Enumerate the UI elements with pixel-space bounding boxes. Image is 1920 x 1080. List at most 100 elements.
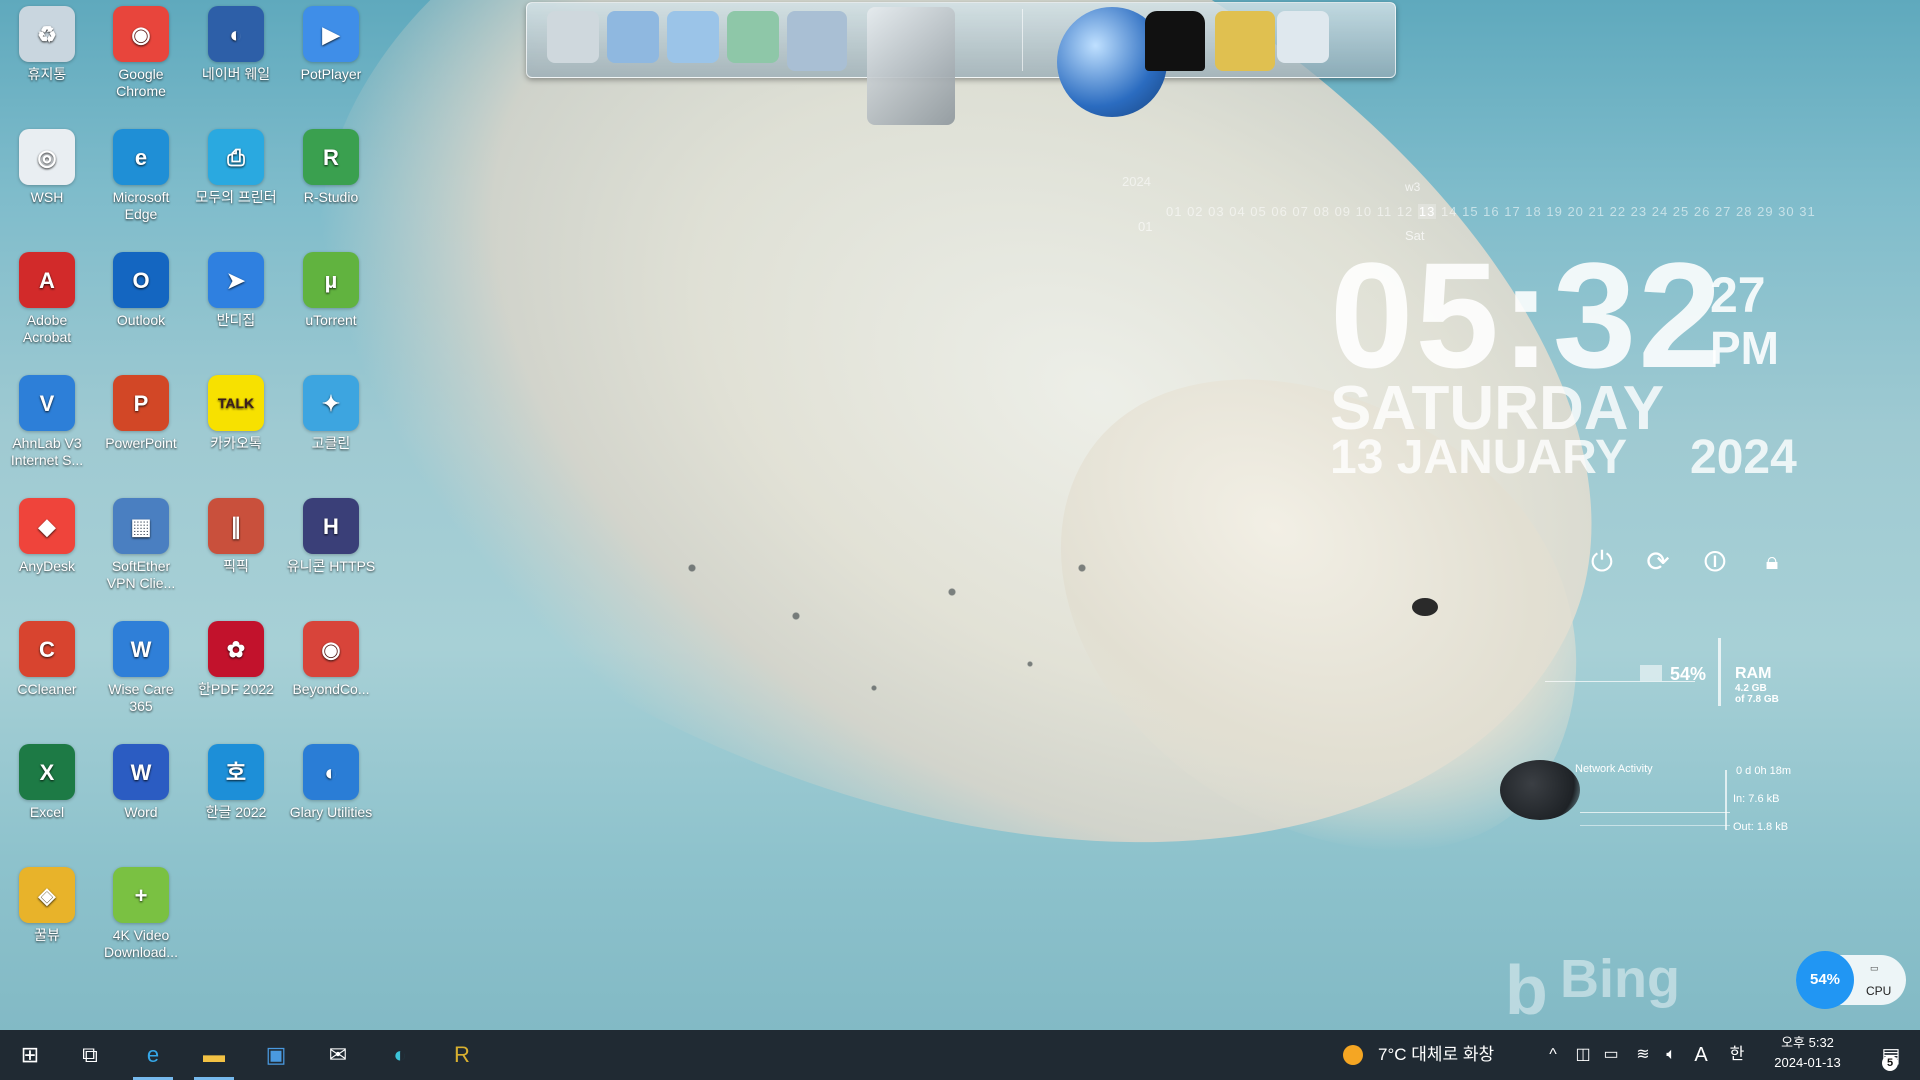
hanpdf-icon: ✿ (208, 621, 264, 677)
desktop-icon-label: WSH (30, 189, 64, 205)
taskbar-file-explorer-button[interactable]: ▬ (186, 1030, 242, 1080)
desktop-icon-beyond-compare[interactable]: ◉ BeyondCo... (286, 617, 376, 698)
whale-browser-icon: ◐ (208, 6, 264, 62)
desktop-icon-printer[interactable]: ⎙ 모두의 프린터 (191, 125, 281, 206)
speaker-icon[interactable]: 🔈︎ (1658, 1030, 1684, 1080)
dock-folder-downloads-icon[interactable] (727, 11, 779, 63)
clock-ampm: PM (1710, 322, 1779, 374)
wifi-icon[interactable]: ≋ (1630, 1030, 1656, 1080)
dock-network-globe-icon[interactable] (607, 11, 659, 63)
bing-watermark: Bing (1560, 949, 1680, 1009)
cpu-label: CPU (1866, 984, 1892, 998)
desktop-icon-softether-vpn[interactable]: ▦ SoftEther VPN Clie... (96, 494, 186, 592)
desktop-icon-wsh[interactable]: ◎ WSH (2, 125, 92, 206)
desktop-icon-hangul[interactable]: 호한글 2022 (191, 740, 281, 821)
dock-hammer-icon[interactable] (1215, 11, 1275, 71)
dock-recycle-bin-icon[interactable] (1277, 11, 1329, 63)
desktop-icon-wise-care[interactable]: W Wise Care 365 (96, 617, 186, 715)
desktop-icon-chrome[interactable]: ◉ Google Chrome (96, 2, 186, 100)
taskbar-clock[interactable]: 오후 5:32 2024-01-13 (1760, 1033, 1855, 1073)
taskbar-mail-button[interactable]: ✉ (310, 1030, 366, 1080)
dock-computer-icon[interactable] (547, 11, 599, 63)
desktop-icon-4k-video-downloader[interactable]: +4K Video Download... (96, 863, 186, 961)
desktop-icon-goclean[interactable]: ✦ 고클린 (286, 371, 376, 452)
taskbar-task-view-button[interactable]: ⧉ (62, 1030, 118, 1080)
taskbar-r-app-button[interactable]: R (434, 1030, 490, 1080)
calendar-today: 13 (1417, 204, 1437, 219)
glary-utilities-icon: ◐ (303, 744, 359, 800)
desktop-icon-glary-utilities[interactable]: ◐ Glary Utilities (286, 740, 376, 821)
desktop-icon-powerpoint[interactable]: P PowerPoint (96, 371, 186, 452)
desktop-icon-whale-browser[interactable]: ◐ 네이버 웨일 (191, 2, 281, 83)
hangul-icon: 호 (208, 744, 264, 800)
lock-icon[interactable]: 🔒︎ (1754, 544, 1790, 580)
ime-a-icon[interactable]: A (1688, 1030, 1714, 1080)
dock-tshirt-icon[interactable] (1145, 11, 1205, 71)
desktop-icon-outlook[interactable]: O Outlook (96, 248, 186, 329)
meet-now-icon[interactable]: ◫ (1570, 1030, 1596, 1080)
desktop-icon-bandizip[interactable]: ➤ 반디집 (191, 248, 281, 329)
printer-icon: ⎙ (208, 129, 264, 185)
desktop-icon-anydesk[interactable]: ◆ AnyDesk (2, 494, 92, 575)
dock-divider (1022, 9, 1023, 71)
desktop-icon-potplayer[interactable]: ▶ PotPlayer (286, 2, 376, 83)
unicorn-https-icon: H (303, 498, 359, 554)
network-graph-out (1580, 825, 1730, 826)
desktop-icon-hanpdf[interactable]: ✿ 한PDF 2022 (191, 617, 281, 698)
desktop-icon-label: Outlook (116, 312, 166, 328)
taskbar-clock-time: 오후 5:32 (1781, 1035, 1834, 1050)
taskbar-edge-button[interactable]: e (125, 1030, 181, 1080)
desktop-icon-unicorn-https[interactable]: H 유니콘 HTTPS (286, 494, 376, 575)
weather-text[interactable]: 7°C 대체로 화창 (1378, 1030, 1494, 1080)
taskbar-whale-browser-button[interactable]: ◐ (372, 1030, 428, 1080)
desktop-icon-recycle-bin[interactable]: ♻ 휴지통 (2, 2, 92, 83)
desktop-icon-word[interactable]: W Word (96, 740, 186, 821)
dock-folder-documents-icon[interactable] (667, 11, 719, 63)
edge-icon: e (113, 129, 169, 185)
battery-icon[interactable]: ▭ (1598, 1030, 1624, 1080)
desktop-icon-label: 한글 2022 (205, 804, 267, 820)
utorrent-icon: µ (303, 252, 359, 308)
word-icon: W (113, 744, 169, 800)
desktop-icon-r-studio[interactable]: R R-Studio (286, 125, 376, 206)
acrobat-icon: A (19, 252, 75, 308)
power-icon[interactable]: ⏻ (1584, 544, 1620, 580)
dock-folder-drive-icon[interactable] (787, 11, 847, 71)
desktop-icon-excel[interactable]: X Excel (2, 740, 92, 821)
desktop-icon-label: Excel (29, 804, 65, 820)
goclean-icon: ✦ (303, 375, 359, 431)
desktop-icon-picpick[interactable]: ∥ 픽픽 (191, 494, 281, 575)
beyond-compare-icon: ◉ (303, 621, 359, 677)
taskbar-windows-start-button[interactable]: ⊞ (2, 1030, 58, 1080)
ram-total: of 7.8 GB (1735, 694, 1779, 705)
desktop-icon-label: 꿀뷰 (34, 927, 60, 943)
desktop-icon-label: Microsoft Edge (112, 189, 170, 222)
clock-year: 2024 (1690, 431, 1797, 484)
task-view-icon: ⧉ (82, 1042, 98, 1067)
cpu-graph-icon: ▭ (1870, 963, 1879, 973)
desktop-icon-acrobat[interactable]: A Adobe Acrobat (2, 248, 92, 346)
desktop-icon-kakaotalk[interactable]: TALK 카카오톡 (191, 371, 281, 452)
dock-tools-icon[interactable] (867, 7, 955, 125)
calendar-year: 2024 (1122, 174, 1151, 189)
potplayer-icon: ▶ (303, 6, 359, 62)
desktop-icon-utorrent[interactable]: µ uTorrent (286, 248, 376, 329)
desktop-icon-ahnlab-v3[interactable]: V AhnLab V3 Internet S... (2, 371, 92, 469)
file-explorer-icon: ▬ (203, 1042, 225, 1067)
kakaotalk-icon: TALK (208, 375, 264, 431)
picpick-icon: ∥ (208, 498, 264, 554)
desktop-icon-ccleaner[interactable]: C CCleaner (2, 617, 92, 698)
weather-cloudy-icon[interactable] (1338, 1030, 1368, 1080)
clock-seconds: 27 (1710, 267, 1766, 323)
ime-hangul-icon[interactable]: 한 (1724, 1030, 1750, 1080)
restart-icon[interactable]: ⟳ (1640, 544, 1676, 580)
chevron-up-icon[interactable]: ^ (1540, 1030, 1566, 1080)
taskbar-microsoft-store-button[interactable]: ▣ (248, 1030, 304, 1080)
sleep-icon[interactable]: ⏼ (1697, 544, 1733, 580)
wsh-icon: ◎ (19, 129, 75, 185)
desktop-icon-label: 4K Video Download... (104, 927, 178, 960)
desktop-icon-edge[interactable]: e Microsoft Edge (96, 125, 186, 223)
bing-logo-icon: b (1505, 951, 1548, 1029)
ram-used: 4.2 GB (1735, 683, 1767, 694)
desktop-icon-honeyview[interactable]: ◈ 꿀뷰 (2, 863, 92, 944)
